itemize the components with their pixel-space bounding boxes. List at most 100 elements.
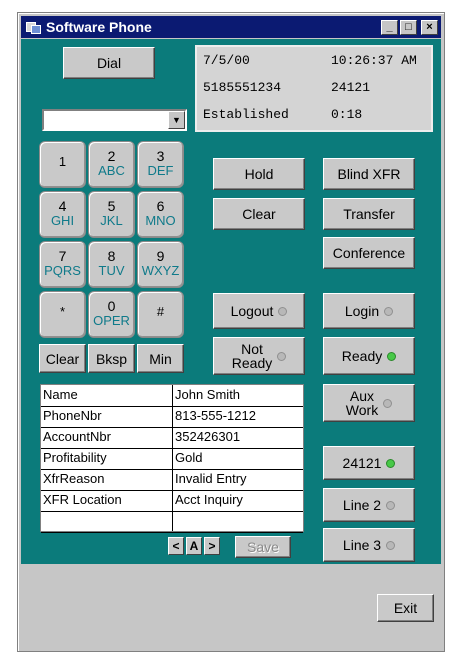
key-3[interactable]: 3 DEF: [137, 141, 184, 188]
logout-button[interactable]: Logout: [213, 293, 305, 329]
line-3-indicator-icon: [386, 540, 396, 550]
phone-panel: Dial ▼ 7/5/00 10:26:37 AM 5185551234 241…: [21, 39, 441, 564]
line-2-label: Line 2: [342, 497, 382, 513]
transfer-button[interactable]: Transfer: [323, 198, 415, 230]
blind-xfr-button[interactable]: Blind XFR: [323, 158, 415, 190]
line-1-label: 24121: [342, 455, 382, 471]
line-3-button[interactable]: Line 3: [323, 528, 415, 562]
save-button[interactable]: Save: [235, 536, 291, 558]
logout-indicator-icon: [278, 306, 288, 316]
aux-work-button[interactable]: Aux Work: [323, 384, 415, 422]
minimize-button[interactable]: _: [381, 19, 398, 35]
key-letters: TUV: [98, 263, 125, 278]
call-state: Established: [203, 107, 289, 122]
key-letters: PQRS: [44, 263, 81, 278]
extension-number: 24121: [331, 80, 371, 95]
ready-label: Ready: [341, 348, 383, 364]
login-label: Login: [344, 303, 380, 319]
field-value[interactable]: Gold: [175, 450, 202, 465]
ready-indicator-icon: [387, 351, 397, 361]
logout-label: Logout: [230, 303, 274, 319]
grid-row[interactable]: XFR Location Acct Inquiry: [41, 490, 303, 512]
not-ready-label-line2: Ready: [231, 355, 273, 371]
call-duration: 0:18: [331, 107, 363, 122]
next-record-button[interactable]: >: [204, 537, 220, 555]
key-letters: GHI: [50, 213, 75, 228]
software-phone-window: Software Phone _ □ × Dial ▼ 7/5/00 10:26…: [17, 12, 445, 652]
key-digit: 1: [58, 154, 67, 169]
title-bar[interactable]: Software Phone _ □ ×: [21, 16, 441, 38]
field-name: PhoneNbr: [43, 408, 102, 423]
key-5[interactable]: 5 JKL: [88, 191, 135, 238]
clear-call-button[interactable]: Clear: [213, 198, 305, 230]
key-4[interactable]: 4 GHI: [39, 191, 86, 238]
prev-record-button[interactable]: <: [168, 537, 184, 555]
key-digit: 3: [156, 148, 165, 164]
key-pound[interactable]: #: [137, 291, 184, 338]
field-value[interactable]: 352426301: [175, 429, 240, 444]
key-digit: 0: [107, 298, 116, 314]
not-ready-button[interactable]: Not Ready: [213, 337, 305, 375]
line-1-button[interactable]: 24121: [323, 446, 415, 480]
grid-row[interactable]: [41, 511, 303, 533]
line-2-indicator-icon: [386, 500, 396, 510]
field-value[interactable]: Invalid Entry: [175, 471, 247, 486]
conference-button[interactable]: Conference: [323, 237, 415, 269]
call-data-grid[interactable]: Name John Smith PhoneNbr 813-555-1212 Accoun…: [40, 384, 304, 533]
keypad-clear-button[interactable]: Clear: [39, 344, 86, 373]
call-status-display: 7/5/00 10:26:37 AM 5185551234 24121 Esta…: [195, 45, 433, 132]
close-button[interactable]: ×: [421, 19, 438, 35]
key-6[interactable]: 6 MNO: [137, 191, 184, 238]
grid-row[interactable]: Profitability Gold: [41, 448, 303, 470]
app-icon: [26, 21, 41, 34]
current-record-button[interactable]: A: [186, 537, 202, 555]
key-letters: WXYZ: [141, 263, 180, 278]
key-digit: 8: [107, 248, 116, 264]
grid-row[interactable]: PhoneNbr 813-555-1212: [41, 406, 303, 428]
key-digit: 7: [58, 248, 67, 264]
hold-button[interactable]: Hold: [213, 158, 305, 190]
grid-row[interactable]: XfrReason Invalid Entry: [41, 469, 303, 491]
key-letters: MNO: [145, 213, 176, 228]
field-value[interactable]: 813-555-1212: [175, 408, 256, 423]
field-name: AccountNbr: [43, 429, 111, 444]
window-title: Software Phone: [46, 19, 152, 35]
not-ready-label: Not Ready: [232, 342, 272, 370]
line-2-button[interactable]: Line 2: [323, 488, 415, 522]
key-letters: OPER: [93, 313, 130, 328]
key-digit: 2: [107, 148, 116, 164]
field-name: XFR Location: [43, 492, 122, 507]
key-1[interactable]: 1: [39, 141, 86, 188]
key-star[interactable]: *: [39, 291, 86, 338]
backspace-button[interactable]: Bksp: [88, 344, 135, 373]
maximize-button[interactable]: □: [400, 19, 417, 35]
key-9[interactable]: 9 WXYZ: [137, 241, 184, 288]
field-value[interactable]: John Smith: [175, 387, 240, 402]
dropdown-arrow-icon[interactable]: ▼: [168, 111, 185, 129]
key-2[interactable]: 2 ABC: [88, 141, 135, 188]
key-letters: DEF: [147, 163, 174, 178]
key-0[interactable]: 0 OPER: [88, 291, 135, 338]
aux-work-label: Aux Work: [346, 389, 378, 417]
exit-button[interactable]: Exit: [377, 594, 434, 622]
ready-button[interactable]: Ready: [323, 337, 415, 375]
number-combobox[interactable]: ▼: [42, 109, 187, 131]
caller-number: 5185551234: [203, 80, 282, 95]
key-digit: #: [156, 304, 165, 319]
login-button[interactable]: Login: [323, 293, 415, 329]
key-letters: ABC: [98, 163, 125, 178]
field-value[interactable]: Acct Inquiry: [175, 492, 243, 507]
field-name: Name: [43, 387, 78, 402]
key-digit: *: [59, 304, 66, 319]
line-1-indicator-icon: [386, 458, 396, 468]
grid-row[interactable]: AccountNbr 352426301: [41, 427, 303, 449]
line-3-label: Line 3: [342, 537, 382, 553]
login-indicator-icon: [384, 306, 394, 316]
min-button[interactable]: Min: [137, 344, 184, 373]
key-digit: 9: [156, 248, 165, 264]
grid-row[interactable]: Name John Smith: [41, 385, 303, 407]
key-letters: JKL: [100, 213, 123, 228]
key-8[interactable]: 8 TUV: [88, 241, 135, 288]
dial-button[interactable]: Dial: [63, 47, 155, 79]
key-7[interactable]: 7 PQRS: [39, 241, 86, 288]
